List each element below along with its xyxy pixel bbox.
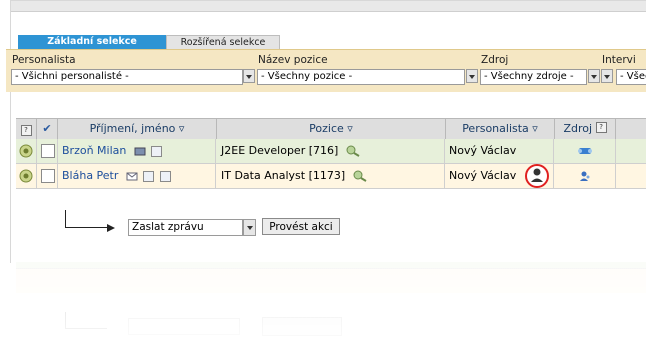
source-help-icon: ? xyxy=(595,122,607,133)
filter-select-position[interactable]: - Všechny pozice - xyxy=(257,69,465,85)
source-cell xyxy=(555,139,616,163)
action-select-arrow[interactable] xyxy=(243,219,256,236)
name-cell: Bláha Petr xyxy=(58,164,216,188)
recruiter-column-header[interactable]: Personalista ▿ xyxy=(446,119,555,139)
status-cell xyxy=(16,139,37,163)
filter-select-recruiter-arrow[interactable] xyxy=(243,69,255,83)
person-highlight-icon[interactable] xyxy=(524,163,550,189)
help-icon: ? xyxy=(20,125,32,136)
position-text: IT Data Analyst [1173] xyxy=(221,169,346,182)
action-select[interactable]: Zaslat zprávu xyxy=(128,219,243,236)
filter-label-interview: Intervi xyxy=(602,54,636,66)
source-icon xyxy=(578,148,592,154)
document-icon[interactable] xyxy=(143,170,155,182)
filter-bar: Personalista - Všichni personalisté - Ná… xyxy=(6,49,646,92)
top-bar xyxy=(11,1,646,11)
filter-label-position: Název pozice xyxy=(258,54,328,66)
position-column-header[interactable]: Pozice ▿ xyxy=(217,119,446,139)
position-cell: IT Data Analyst [1173] xyxy=(217,164,445,188)
position-text: J2EE Developer [716] xyxy=(221,144,339,157)
status-icon xyxy=(19,144,33,158)
magnifier-icon[interactable] xyxy=(353,170,367,182)
source-person-icon xyxy=(580,171,590,181)
envelope-icon[interactable] xyxy=(126,171,138,181)
row-checkbox[interactable] xyxy=(41,169,55,183)
filter-select-interview[interactable]: - Všec xyxy=(616,69,646,85)
recruiter-cell: Nový Václav xyxy=(446,164,554,188)
status-cell xyxy=(16,164,37,188)
phone-icon[interactable] xyxy=(134,146,146,156)
table-row[interactable]: Brzoň Milan J2EE Developer [716] Nový Vá… xyxy=(16,139,646,164)
action-arrow-line xyxy=(65,210,66,227)
recruiter-cell: Nový Václav xyxy=(446,139,554,163)
select-all-header[interactable]: ✔ xyxy=(37,119,58,139)
row-checkbox[interactable] xyxy=(41,144,55,158)
status-icon xyxy=(19,169,33,183)
filter-select-source-arrow[interactable] xyxy=(588,69,600,83)
tab-basic-selection[interactable]: Základní selekce xyxy=(18,35,166,49)
filter-select-position-arrow[interactable] xyxy=(466,69,478,83)
perform-action-button[interactable]: Provést akci xyxy=(262,218,340,235)
table-header: ? ✔ Příjmení, jméno ▿ Pozice ▿ Personali… xyxy=(16,118,646,140)
tab-extended-selection[interactable]: Rozšířená selekce xyxy=(166,35,280,49)
candidate-name-link[interactable]: Bláha Petr xyxy=(62,169,118,182)
top-bar-divider xyxy=(11,11,646,12)
position-cell: J2EE Developer [716] xyxy=(217,139,445,163)
reflection-fade xyxy=(0,262,646,363)
filter-select-recruiter[interactable]: - Všichni personalisté - xyxy=(11,69,243,85)
filter-select-source[interactable]: - Všechny zdroje - xyxy=(480,69,587,85)
action-arrow-head xyxy=(107,224,115,232)
row-checkbox-cell xyxy=(37,164,58,188)
document-icon[interactable] xyxy=(151,145,163,157)
card-icon[interactable] xyxy=(159,170,171,182)
magnifier-icon[interactable] xyxy=(346,145,360,157)
filter-label-recruiter: Personalista xyxy=(12,54,76,66)
source-cell xyxy=(555,164,616,188)
source-column-header[interactable]: Zdroj ? xyxy=(555,119,616,139)
filter-select-interview-arrow[interactable] xyxy=(601,69,613,83)
row-checkbox-cell xyxy=(37,139,58,163)
name-column-header[interactable]: Příjmení, jméno ▿ xyxy=(58,119,217,139)
name-cell: Brzoň Milan xyxy=(58,139,216,163)
help-header[interactable]: ? xyxy=(16,119,37,139)
recruiter-name: Nový Václav xyxy=(449,144,517,157)
candidate-name-link[interactable]: Brzoň Milan xyxy=(62,144,126,157)
source-column-label: Zdroj xyxy=(563,122,593,135)
action-arrow-line xyxy=(65,227,107,228)
recruiter-name: Nový Václav xyxy=(449,169,517,182)
filter-label-source: Zdroj xyxy=(481,54,509,66)
table-row[interactable]: Bláha Petr IT Data Analyst [1173] Nový V… xyxy=(16,164,646,189)
